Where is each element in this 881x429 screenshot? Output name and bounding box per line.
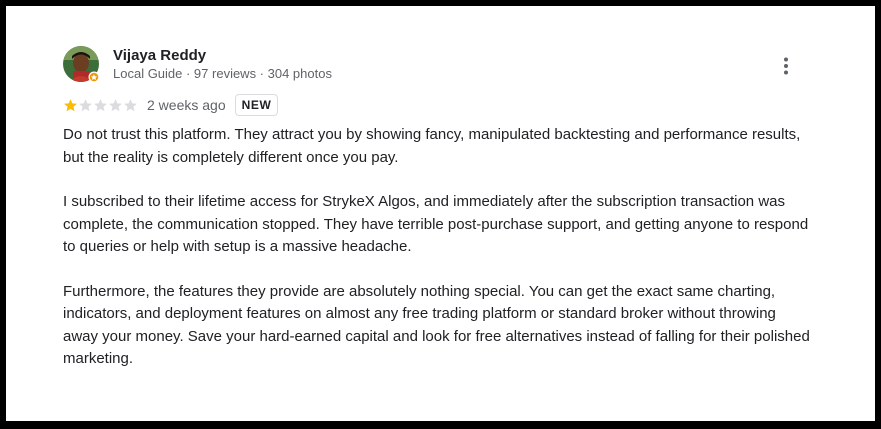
- avatar[interactable]: [63, 46, 100, 83]
- star-empty-icon: [94, 98, 107, 111]
- review-paragraph: Furthermore, the features they provide a…: [63, 282, 810, 368]
- star-filled-icon: [64, 98, 77, 111]
- author-meta: Local Guide · 97 reviews · 304 photos: [113, 66, 332, 81]
- star-empty-icon: [109, 98, 122, 111]
- review-text: Do not trust this platform. They attract…: [63, 124, 813, 393]
- review-date: 2 weeks ago: [147, 97, 226, 113]
- review-paragraph: I subscribed to their lifetime access fo…: [63, 193, 809, 255]
- star-empty-icon: [79, 98, 92, 111]
- star-empty-icon: [124, 98, 137, 111]
- new-badge: NEW: [234, 94, 279, 116]
- rating-row: 2 weeks ago NEW: [63, 94, 279, 116]
- review-paragraph: Do not trust this platform. They attract…: [63, 126, 801, 166]
- author-name[interactable]: Vijaya Reddy: [113, 47, 206, 64]
- more-vert-icon[interactable]: [774, 54, 798, 78]
- star-rating: [63, 98, 138, 113]
- review-card: Vijaya Reddy Local Guide · 97 reviews · …: [6, 6, 875, 421]
